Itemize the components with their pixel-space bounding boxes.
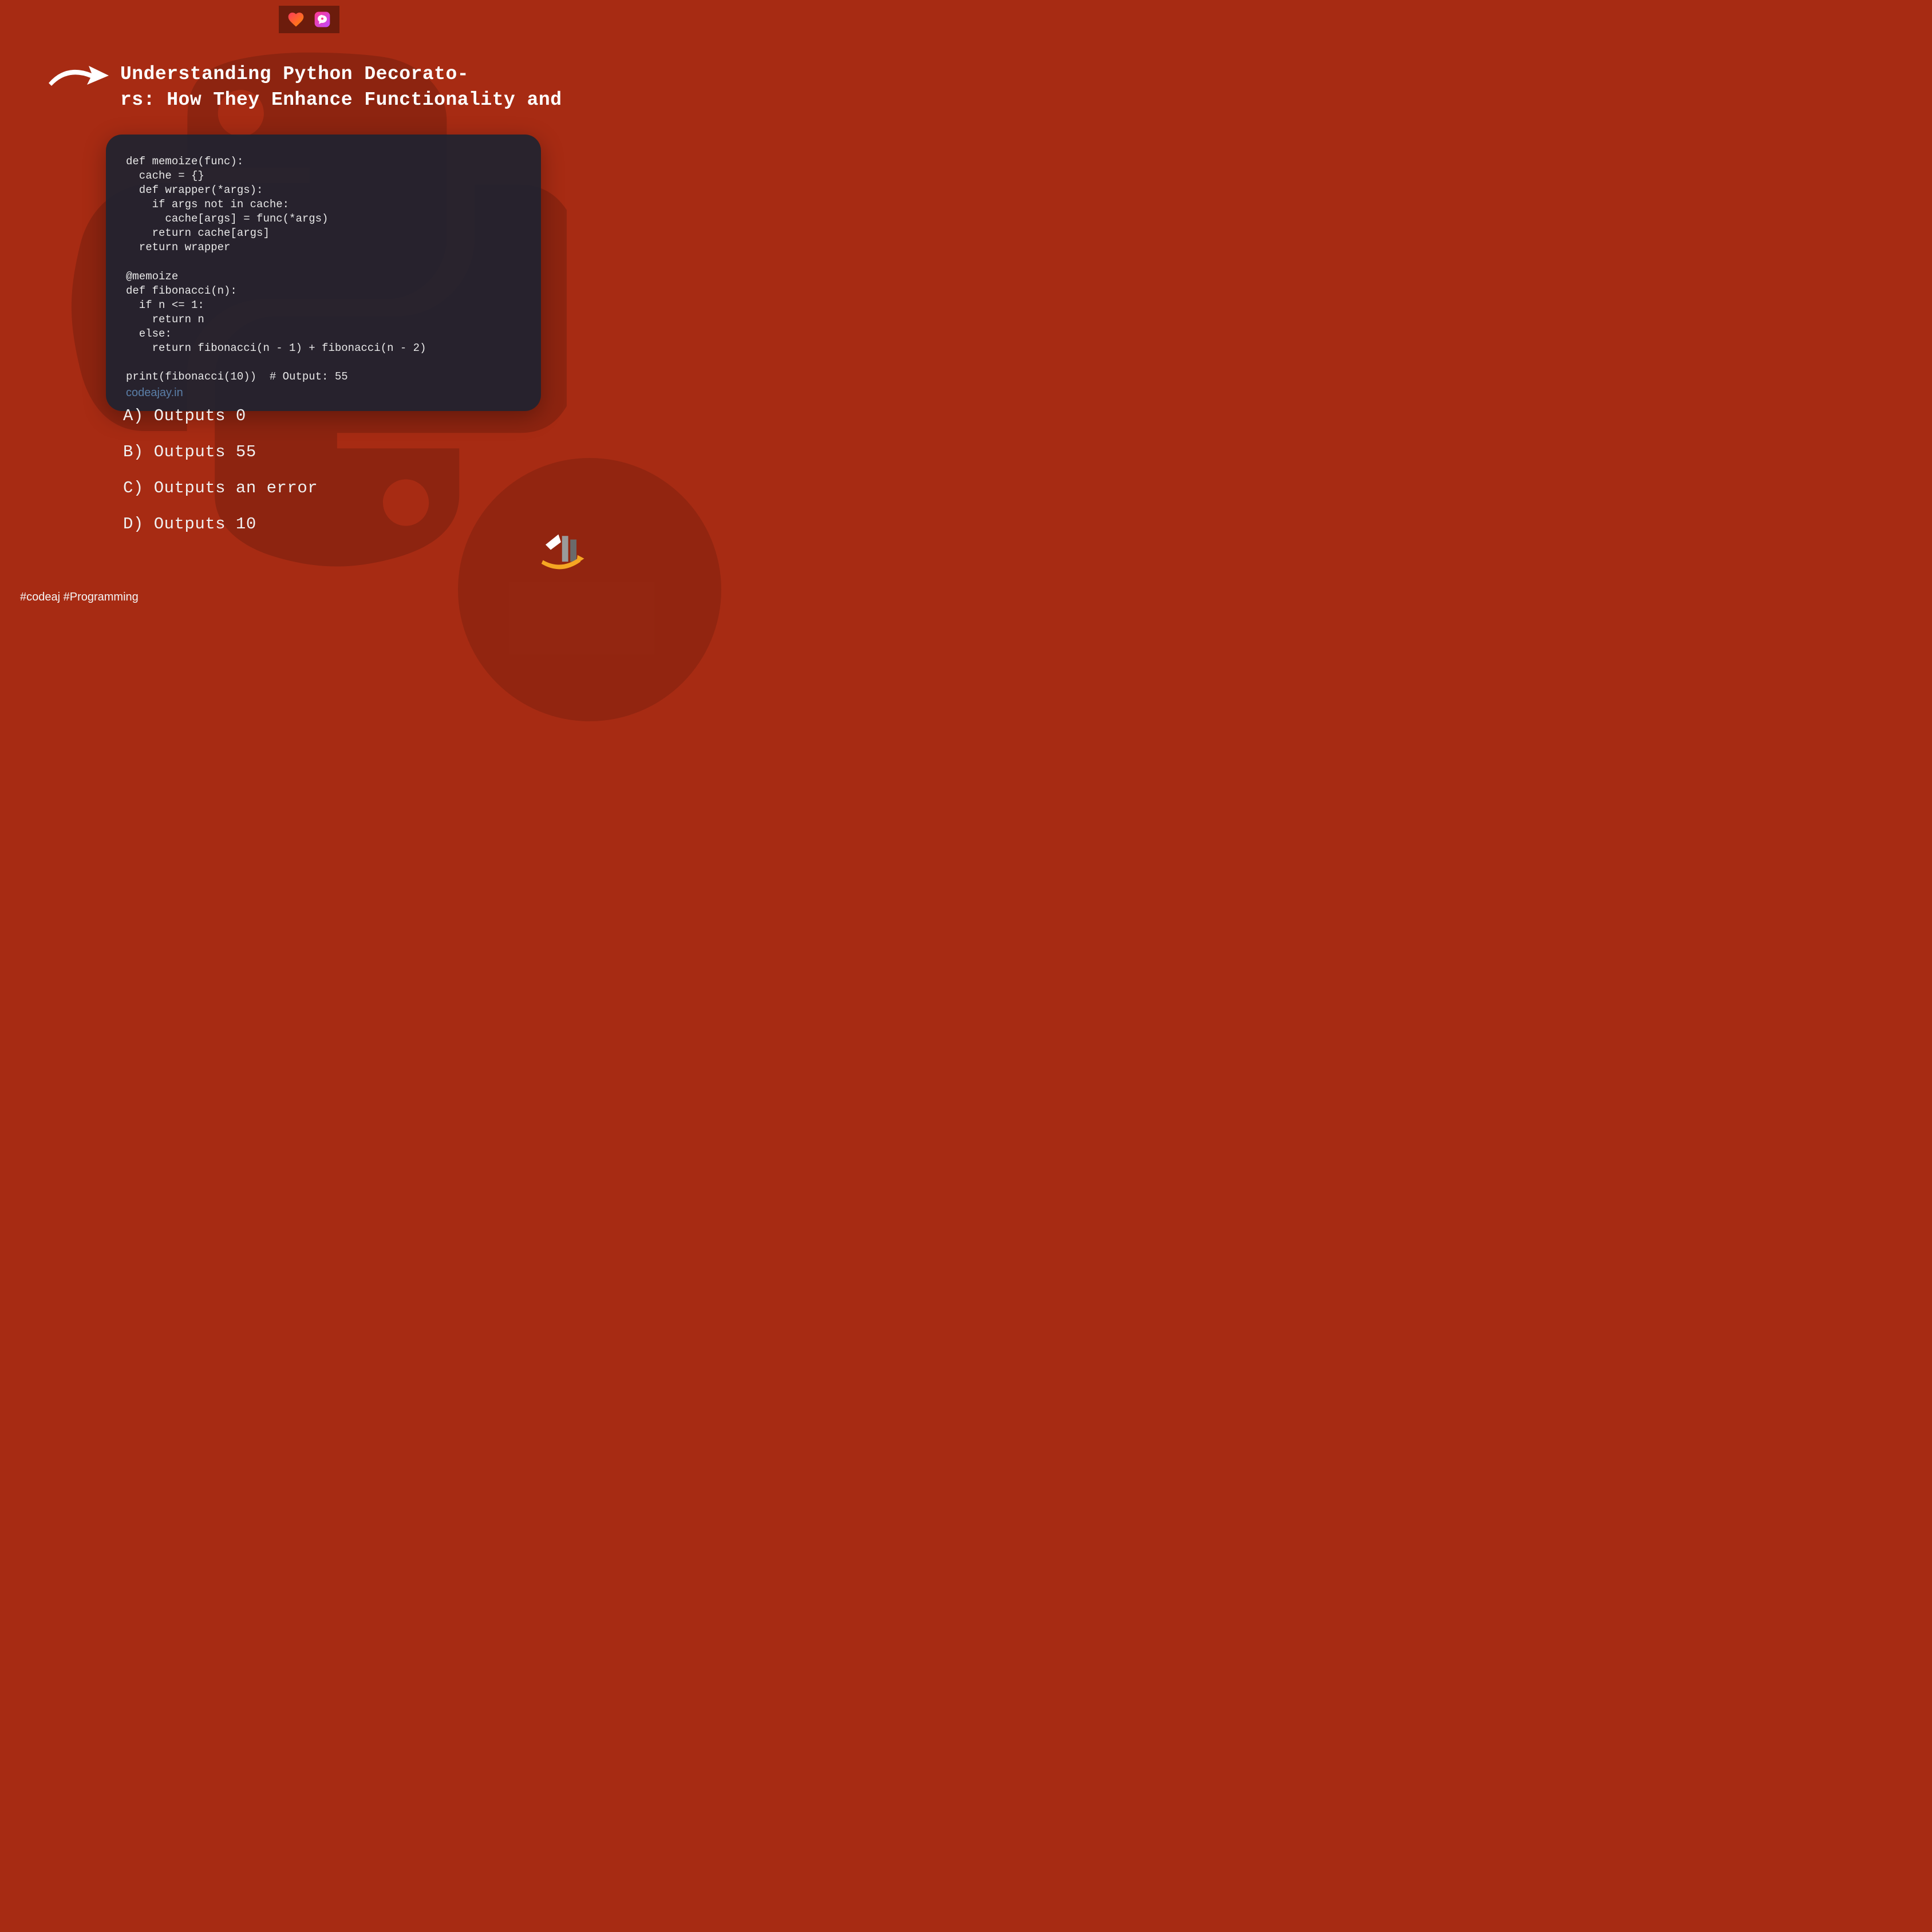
arrow-right-icon xyxy=(46,57,114,97)
hashtags: #codeaj #Programming xyxy=(20,591,139,604)
code-block: def memoize(func): cache = {} def wrappe… xyxy=(106,135,541,411)
watermark: codeajay.in xyxy=(126,386,521,400)
option-d[interactable]: D) Outputs 10 xyxy=(123,515,318,534)
option-a[interactable]: A) Outputs 0 xyxy=(123,406,318,425)
option-c[interactable]: C) Outputs an error xyxy=(123,479,318,497)
code-text: def memoize(func): cache = {} def wrappe… xyxy=(126,155,521,384)
comment-icon[interactable] xyxy=(313,10,331,29)
reactions-bar xyxy=(279,6,339,33)
heart-icon[interactable] xyxy=(287,10,305,29)
page-title: Understanding Python Decorato- rs: How T… xyxy=(120,62,618,113)
answer-options: A) Outputs 0 B) Outputs 55 C) Outputs an… xyxy=(123,406,318,551)
brand-logo-icon xyxy=(535,527,587,578)
option-b[interactable]: B) Outputs 55 xyxy=(123,442,318,461)
decorative-corner-blob xyxy=(458,458,721,721)
